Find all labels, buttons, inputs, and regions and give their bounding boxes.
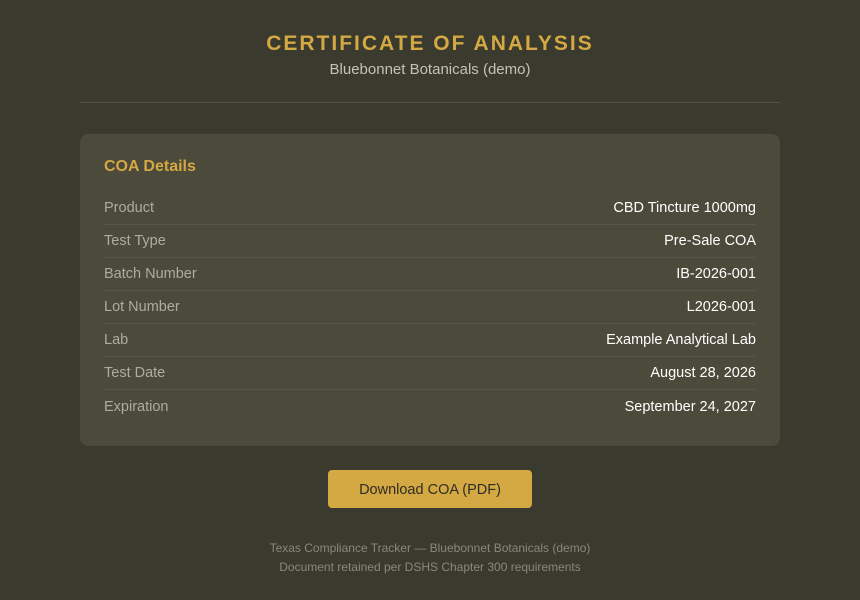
detail-row-lab: Lab Example Analytical Lab xyxy=(104,324,756,357)
detail-row-expiration: Expiration September 24, 2027 xyxy=(104,390,756,423)
footer-line-2: Document retained per DSHS Chapter 300 r… xyxy=(279,560,581,574)
detail-label: Test Date xyxy=(104,365,166,381)
detail-value: Pre-Sale COA xyxy=(664,233,756,249)
detail-label: Lot Number xyxy=(104,299,180,315)
download-coa-button[interactable]: Download COA (PDF) xyxy=(328,470,532,508)
detail-row-product: Product CBD Tincture 1000mg xyxy=(104,192,756,225)
detail-value: L2026-001 xyxy=(686,299,756,315)
detail-row-batch-number: Batch Number IB-2026-001 xyxy=(104,258,756,291)
detail-value: September 24, 2027 xyxy=(624,398,756,415)
card-title: COA Details xyxy=(104,158,196,175)
detail-value: Example Analytical Lab xyxy=(606,332,756,348)
detail-label: Test Type xyxy=(104,233,166,249)
detail-row-lot-number: Lot Number L2026-001 xyxy=(104,291,756,324)
detail-row-test-date: Test Date August 28, 2026 xyxy=(104,357,756,390)
detail-label: Product xyxy=(104,200,154,216)
detail-value: August 28, 2026 xyxy=(650,365,756,381)
page-footer: Texas Compliance Tracker — Bluebonnet Bo… xyxy=(0,539,860,577)
detail-value: CBD Tincture 1000mg xyxy=(613,200,756,216)
page-subtitle: Bluebonnet Botanicals (demo) xyxy=(329,61,531,78)
detail-label: Expiration xyxy=(104,398,169,415)
detail-label: Batch Number xyxy=(104,266,197,282)
detail-row-test-type: Test Type Pre-Sale COA xyxy=(104,225,756,258)
detail-label: Lab xyxy=(104,332,129,348)
details-list: Product CBD Tincture 1000mg Test Type Pr… xyxy=(104,192,756,423)
page-header: CERTIFICATE OF ANALYSIS Bluebonnet Botan… xyxy=(0,0,860,79)
coa-details-card: COA Details Product CBD Tincture 1000mg … xyxy=(80,134,780,446)
footer-line-1: Texas Compliance Tracker — Bluebonnet Bo… xyxy=(269,541,591,555)
header-divider xyxy=(80,102,780,103)
actions-bar: Download COA (PDF) xyxy=(0,470,860,508)
page-title: CERTIFICATE OF ANALYSIS xyxy=(266,32,594,55)
detail-value: IB-2026-001 xyxy=(676,266,756,282)
